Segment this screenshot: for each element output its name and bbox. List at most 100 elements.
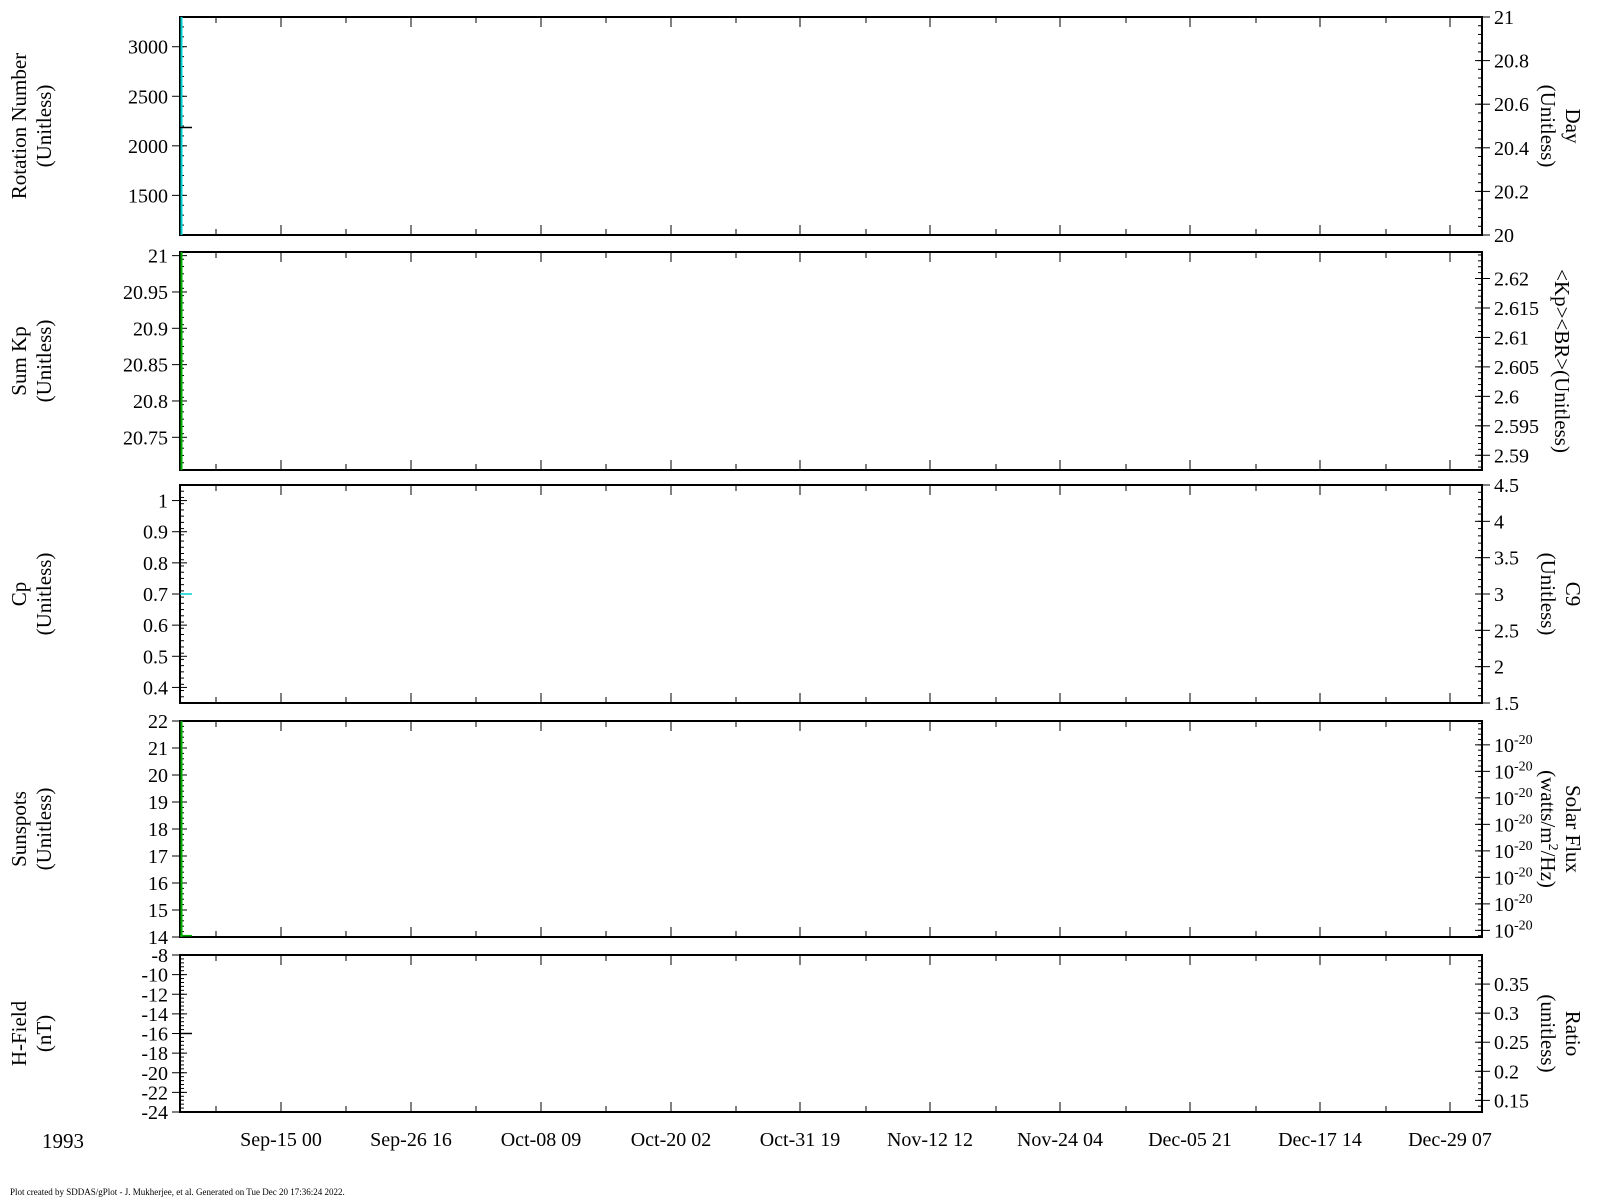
left-tick-label: 20.75 (123, 427, 168, 449)
left-tick-label: -16 (141, 1024, 168, 1046)
panel-1: 1500 2000 2500 3000 20 20.2 20.4 20.6 20.8 21 Rota… (7, 7, 1585, 247)
x-tick-label: Oct-31 19 (760, 1129, 841, 1151)
panel-5: -24-22-20-18-16-14-12-10-8 0.15 0.2 0.25 0.3… (7, 945, 1585, 1153)
left-tick-label: 20.8 (133, 391, 168, 413)
left-tick-label: 20.85 (123, 355, 168, 377)
left-tick-label: -20 (141, 1063, 168, 1085)
right-tick-label: 0.35 (1494, 974, 1529, 996)
right-tick-label: 21 (1494, 7, 1514, 29)
x-tick-label: Nov-12 12 (887, 1129, 973, 1151)
right-tick-label: 10-20 (1494, 812, 1533, 836)
left-tick-label: -12 (141, 984, 168, 1006)
right-tick-label: 20.6 (1494, 94, 1529, 116)
year-label: 1993 (42, 1129, 84, 1153)
right-tick-label: 3 (1494, 584, 1504, 606)
left-tick-label: -8 (151, 945, 168, 967)
right-tick-label: 2 (1494, 657, 1504, 679)
left-tick-label: 2000 (128, 136, 168, 158)
left-tick-label: 20 (148, 765, 168, 787)
x-tick-label: Dec-29 07 (1408, 1129, 1492, 1151)
left-tick-label: 21 (148, 738, 168, 760)
panel-frame (179, 954, 1483, 1113)
left-tick-label: 15 (148, 900, 168, 922)
left-axis-label: H-Field(nT) (7, 1000, 56, 1066)
right-tick-label: 10-20 (1494, 892, 1533, 916)
right-tick-label: 0.15 (1494, 1090, 1529, 1112)
left-tick-label: 1500 (128, 185, 168, 207)
right-tick-label: 2.595 (1494, 416, 1539, 438)
x-tick-label: Sep-26 16 (370, 1129, 452, 1151)
right-tick-label: 2.5 (1494, 620, 1519, 642)
left-tick-label: 18 (148, 819, 168, 841)
left-tick-label: 3000 (128, 37, 168, 59)
right-tick-label: 0.25 (1494, 1032, 1529, 1054)
right-tick-label: 1.5 (1494, 693, 1519, 715)
right-axis-label: Ratio(unitless) (1536, 994, 1585, 1072)
left-tick-label: 1 (158, 491, 168, 513)
panel-4: 14151617181920212210-2010-2010-2010-2010… (7, 711, 1585, 949)
right-tick-label: 2.59 (1494, 445, 1529, 467)
right-tick-label: 2.61 (1494, 327, 1529, 349)
left-tick-label: 0.4 (143, 677, 168, 699)
right-axis-label: Solar Flux(watts/m2/Hz) (1536, 770, 1585, 888)
x-tick-label: Dec-17 14 (1278, 1129, 1362, 1151)
left-tick-label: 2500 (128, 86, 168, 108)
left-tick-label: -14 (141, 1004, 168, 1026)
left-tick-label: 16 (148, 873, 168, 895)
left-tick-label: 21 (148, 246, 168, 268)
right-tick-label: 10-20 (1494, 759, 1533, 783)
right-axis-label: Day(Unitless) (1536, 85, 1585, 168)
right-tick-label: 2.605 (1494, 357, 1539, 379)
panel-2: 20.75 20.8 20.85 20.9 20.95 21 2.59 2.595 2.6 2.6… (7, 246, 1574, 471)
right-axis-label: <Kp><BR>(Unitless) (1550, 269, 1574, 453)
panel-frame (179, 720, 1483, 938)
left-axis-label: Cp(Unitless) (7, 553, 56, 636)
left-axis-label: Sunspots(Unitless) (7, 788, 56, 871)
left-tick-label: -22 (141, 1082, 168, 1104)
panel-frame (179, 484, 1483, 704)
right-axis-label: C9(Unitless) (1536, 553, 1585, 636)
right-tick-label: 10-20 (1494, 786, 1533, 810)
right-tick-label: 0.2 (1494, 1061, 1519, 1083)
left-tick-label: -10 (141, 965, 168, 987)
left-tick-label: 19 (148, 792, 168, 814)
left-tick-label: 0.5 (143, 646, 168, 668)
left-tick-label: 0.9 (143, 522, 168, 544)
right-tick-label: 2.6 (1494, 386, 1519, 408)
left-tick-label: -18 (141, 1043, 168, 1065)
right-tick-label: 10-20 (1494, 918, 1533, 942)
left-tick-label: 20.9 (133, 318, 168, 340)
right-tick-label: 20 (1494, 225, 1514, 247)
left-tick-label: 22 (148, 711, 168, 733)
x-tick-label: Oct-20 02 (631, 1129, 712, 1151)
panel-3: 0.4 0.5 0.6 0.7 0.8 0.9 1 1.5 2 2.5 3 3.5 4 4.5 Cp(Uni… (7, 475, 1585, 715)
left-tick-label: 0.7 (143, 584, 168, 606)
right-tick-label: 10-20 (1494, 865, 1533, 889)
left-tick-label: 17 (148, 846, 168, 868)
x-tick-label: Dec-05 21 (1148, 1129, 1232, 1151)
left-axis-label: Rotation Number(Unitless) (7, 53, 56, 199)
left-tick-label: 0.6 (143, 615, 168, 637)
panel-frame (179, 16, 1483, 236)
right-tick-label: 3.5 (1494, 548, 1519, 570)
x-tick-label: Oct-08 09 (501, 1129, 582, 1151)
right-tick-label: 20.2 (1494, 181, 1529, 203)
right-tick-label: 10-20 (1494, 839, 1533, 863)
right-tick-label: 4 (1494, 511, 1504, 533)
x-tick-label: Sep-15 00 (240, 1129, 322, 1151)
left-axis-label: Sum Kp(Unitless) (7, 320, 56, 403)
right-tick-label: 4.5 (1494, 475, 1519, 497)
left-tick-label: 0.8 (143, 553, 168, 575)
gplot-figure: 15002000250030002020.220.420.620.821Rota… (7, 7, 1585, 1153)
right-tick-label: 20.8 (1494, 51, 1529, 73)
right-tick-label: 0.3 (1494, 1003, 1519, 1025)
plot-credit-footer: Plot created by SDDAS/gPlot - J. Mukherj… (10, 1187, 345, 1197)
panel-frame (179, 251, 1483, 471)
x-tick-label: Nov-24 04 (1017, 1129, 1103, 1151)
right-tick-label: 10-20 (1494, 733, 1533, 757)
left-tick-label: -24 (141, 1102, 168, 1124)
right-tick-label: 20.4 (1494, 138, 1529, 160)
left-tick-label: 20.95 (123, 282, 168, 304)
right-tick-label: 2.615 (1494, 298, 1539, 320)
right-tick-label: 2.62 (1494, 269, 1529, 291)
